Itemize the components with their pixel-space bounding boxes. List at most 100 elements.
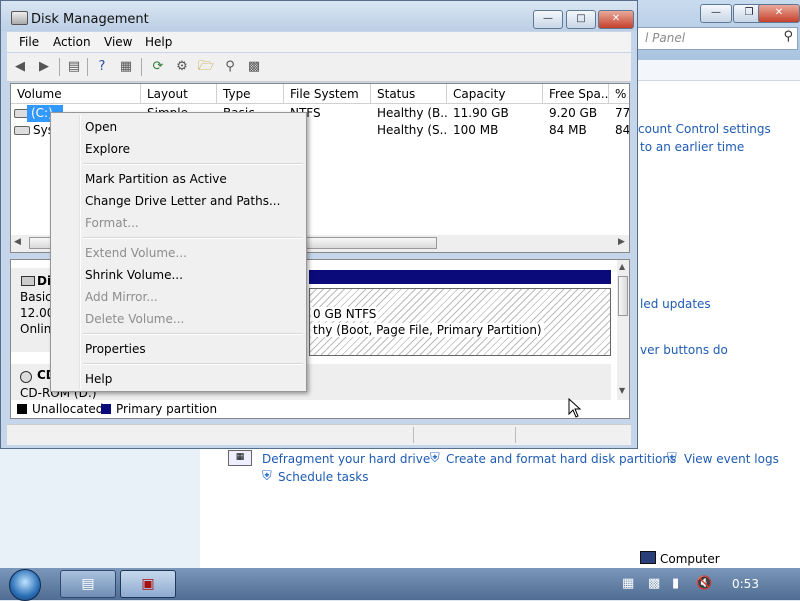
disk0-name: Di [37, 274, 52, 288]
menu-item-add-mirror[interactable]: Add Mirror... [85, 286, 158, 308]
menu-separator [83, 333, 303, 335]
computer-icon [640, 551, 656, 564]
primary-partition-bar [309, 270, 611, 284]
col-capacity[interactable]: Capacity [447, 84, 543, 104]
refresh-icon[interactable]: ⟳ [149, 58, 167, 76]
disk0-state: Onlin [20, 322, 52, 336]
minimize-button[interactable]: — [533, 10, 563, 29]
link-power-buttons[interactable]: ver buttons do [640, 343, 728, 357]
clock[interactable]: 0:53 [732, 577, 759, 591]
link-uac-settings[interactable]: count Control settings [638, 122, 771, 136]
menu-file[interactable]: File [19, 35, 39, 49]
scroll-left-icon[interactable]: ◀ [14, 237, 21, 247]
link-view-event-logs[interactable]: View event logs [684, 452, 779, 466]
search-input[interactable]: l Panel ⚲ [636, 27, 798, 50]
statusbar-divider [413, 427, 414, 443]
partition-status: thy (Boot, Page File, Primary Partition) [311, 323, 544, 337]
power-icon[interactable]: ▮ [672, 576, 679, 591]
window-title: Disk Management [31, 12, 149, 27]
minimize-button[interactable]: — [700, 4, 732, 23]
menu-item-help[interactable]: Help [85, 368, 112, 390]
menu-gutter [79, 115, 81, 389]
disk-management-icon [11, 11, 28, 25]
scroll-down-icon[interactable]: ▼ [619, 386, 625, 395]
menu-item-extend-volume[interactable]: Extend Volume... [85, 242, 187, 264]
taskbar-button-control-panel[interactable]: ▤ [60, 570, 116, 598]
taskbar-button-disk-management[interactable]: ▣ [120, 570, 176, 598]
link-installed-updates[interactable]: led updates [640, 297, 711, 311]
link-create-format-partitions[interactable]: Create and format hard disk partitions [446, 452, 676, 466]
start-button[interactable] [2, 568, 48, 601]
action-center-icon[interactable]: ▦ [622, 576, 634, 591]
statusbar [7, 424, 631, 445]
menu-item-change-drive-letter[interactable]: Change Drive Letter and Paths... [85, 190, 280, 212]
scroll-right-icon[interactable]: ▶ [618, 237, 625, 247]
cell-status: Healthy (B... [377, 106, 447, 120]
folder-icon[interactable]: 🗁 [197, 58, 215, 76]
search-icon[interactable]: ⚲ [221, 58, 239, 76]
col-status[interactable]: Status [371, 84, 447, 104]
shield-icon: ⛨ [667, 451, 677, 466]
unallocated-swatch [17, 404, 27, 414]
windows-logo-icon [9, 569, 41, 601]
scrollbar-thumb[interactable] [618, 276, 628, 316]
settings-icon[interactable]: ⚙ [173, 58, 191, 76]
cell-free-space: 9.20 GB [549, 106, 598, 120]
scroll-up-icon[interactable]: ▲ [619, 262, 625, 271]
menu-action[interactable]: Action [53, 35, 91, 49]
disk-icon [21, 276, 35, 286]
network-icon[interactable]: ▩ [648, 576, 660, 591]
cell-status: Healthy (S... [377, 123, 447, 137]
close-button[interactable]: ✕ [598, 10, 634, 29]
mouse-cursor-icon [568, 398, 582, 418]
col-filesystem[interactable]: File System [284, 84, 371, 104]
show-hide-tree-icon[interactable]: ▤ [65, 58, 83, 76]
link-schedule-tasks[interactable]: Schedule tasks [278, 470, 368, 484]
menu-view[interactable]: View [104, 35, 132, 49]
link-restore[interactable]: to an earlier time [640, 140, 744, 154]
legend-unallocated: Unallocated [32, 402, 104, 416]
back-arrow-icon[interactable]: ◀ [11, 58, 29, 76]
control-panel-icon: ▤ [81, 576, 95, 592]
col-free-space[interactable]: Free Spa... [543, 84, 609, 104]
cell-percent-free: 84 [615, 123, 630, 137]
defrag-icon: ▦ [228, 450, 252, 466]
context-menu: Open Explore Mark Partition as Active Ch… [50, 112, 307, 392]
menu-separator [83, 163, 303, 165]
close-button[interactable]: ✕ [758, 4, 800, 23]
cell-capacity: 11.90 GB [453, 106, 509, 120]
forward-arrow-icon[interactable]: ▶ [35, 58, 53, 76]
legend: Unallocated Primary partition [11, 400, 611, 418]
col-volume[interactable]: Volume [11, 84, 141, 104]
status-computer: Computer [640, 550, 800, 568]
statusbar-divider [515, 427, 516, 443]
properties-icon[interactable]: ▦ [117, 58, 135, 76]
vertical-scrollbar[interactable]: ▲ ▼ [617, 260, 629, 400]
menu-item-explore[interactable]: Explore [85, 138, 130, 160]
col-type[interactable]: Type [217, 84, 284, 104]
cell-percent-free: 77 [615, 106, 630, 120]
search-icon[interactable]: ⚲ [783, 29, 793, 44]
menu-item-properties[interactable]: Properties [85, 338, 146, 360]
col-percent-free[interactable]: % F [609, 84, 629, 104]
control-panel-left-pane [0, 445, 200, 568]
menu-separator [83, 363, 303, 365]
menu-item-shrink-volume[interactable]: Shrink Volume... [85, 264, 183, 286]
menu-item-delete-volume[interactable]: Delete Volume... [85, 308, 184, 330]
maximize-button[interactable]: □ [566, 10, 596, 29]
link-defragment[interactable]: Defragment your hard drive [262, 452, 430, 466]
menu-item-format[interactable]: Format... [85, 212, 139, 234]
menu-help[interactable]: Help [145, 35, 172, 49]
menu-item-mark-active[interactable]: Mark Partition as Active [85, 168, 227, 190]
col-layout[interactable]: Layout [141, 84, 217, 104]
volume-muted-icon[interactable]: 🔇 [696, 576, 712, 591]
titlebar[interactable]: Disk Management — □ ✕ [1, 1, 637, 31]
help-icon[interactable]: ? [93, 58, 111, 76]
shield-icon: ⛨ [262, 469, 272, 484]
disk0-type: Basic [20, 290, 52, 304]
partition-c[interactable]: 0 GB NTFS thy (Boot, Page File, Primary … [309, 288, 611, 356]
export-icon[interactable]: ▩ [245, 58, 263, 76]
toolbar-separator [87, 58, 88, 76]
menu-item-open[interactable]: Open [85, 116, 117, 138]
toolbar-separator [141, 58, 142, 76]
